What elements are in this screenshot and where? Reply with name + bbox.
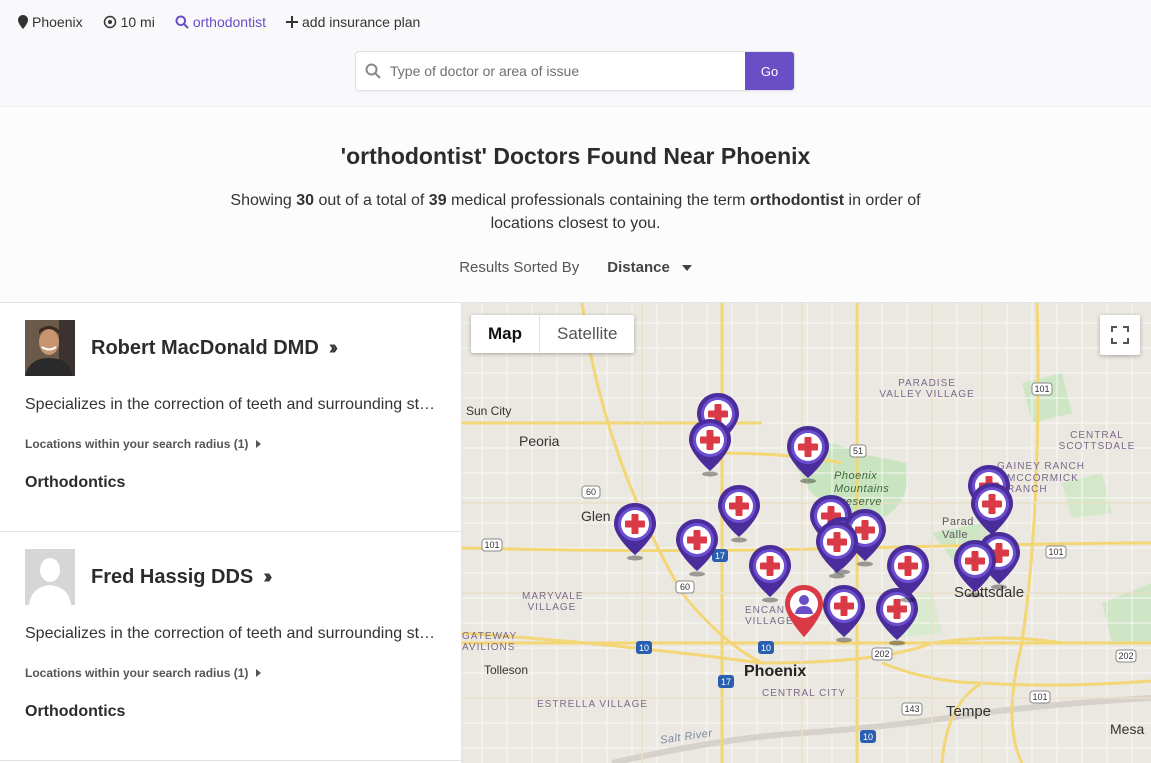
- location-filter[interactable]: Phoenix: [18, 14, 83, 30]
- doctor-pin-icon[interactable]: [716, 483, 762, 543]
- page-title: 'orthodontist' Doctors Found Near Phoeni…: [340, 143, 811, 169]
- doctor-pin-icon[interactable]: [952, 538, 998, 598]
- highway-shield-202: 202: [874, 649, 889, 659]
- doctor-description: Specializes in the correction of teeth a…: [25, 625, 440, 642]
- highway-shield-10: 10: [863, 732, 873, 742]
- term-filter-label: orthodontist: [192, 14, 266, 30]
- search-input[interactable]: [390, 52, 745, 90]
- doctor-name: Fred Hassig DDS: [91, 565, 254, 588]
- location-filter-label: Phoenix: [32, 14, 83, 30]
- summary-term: orthodontist: [749, 192, 845, 209]
- highway-shield-10: 10: [639, 643, 649, 653]
- locations-toggle[interactable]: Locations within your search radius (1): [25, 437, 436, 451]
- doctor-card: Fred Hassig DDS ›› Specializes in the co…: [0, 532, 461, 761]
- highway-shield-101: 101: [1032, 692, 1047, 702]
- doctor-pin-icon[interactable]: [687, 417, 733, 477]
- current-location-pin-icon[interactable]: [782, 583, 826, 641]
- locations-toggle[interactable]: Locations within your search radius (1): [25, 666, 436, 680]
- doctor-pin-icon[interactable]: [821, 583, 867, 643]
- add-insurance-button[interactable]: add insurance plan: [286, 14, 420, 30]
- caret-right-icon: [256, 440, 262, 448]
- caret-right-icon: [256, 669, 262, 677]
- go-button[interactable]: Go: [745, 52, 794, 90]
- sort-dropdown[interactable]: Distance: [607, 259, 670, 276]
- doctor-pin-icon[interactable]: [885, 543, 931, 603]
- summary-containing: medical professionals containing the ter…: [451, 192, 746, 209]
- doctor-pin-icon[interactable]: [612, 501, 658, 561]
- highway-shield-101: 101: [1048, 547, 1063, 557]
- sort-label: Results Sorted By: [459, 259, 580, 276]
- sort-control: Results Sorted By Distance: [0, 259, 1151, 276]
- target-icon: [103, 15, 116, 29]
- results-header: 'orthodontist' Doctors Found Near Phoeni…: [0, 106, 1151, 303]
- doctor-specialty: Orthodontics: [25, 703, 126, 720]
- doctor-photo-placeholder[interactable]: [25, 549, 75, 605]
- total-count: 39: [428, 192, 447, 209]
- map-type-map-button[interactable]: Map: [471, 315, 540, 353]
- results-summary: Showing 30 out of a total of 39 medical …: [226, 189, 926, 235]
- radius-filter-label: 10 mi: [120, 14, 155, 30]
- highway-shields: 101 51 60 101 101 17 60 10 10 17 202 143…: [481, 382, 1137, 743]
- caret-down-icon[interactable]: [681, 264, 692, 271]
- highway-shield-10: 10: [761, 643, 771, 653]
- radius-filter[interactable]: 10 mi: [103, 14, 155, 30]
- doctor-pin-icon[interactable]: [785, 424, 831, 484]
- highway-shield-51: 51: [853, 446, 863, 456]
- highway-shield-60: 60: [586, 487, 596, 497]
- results-map[interactable]: Phoenix Scottsdale Tempe Mesa Peoria Sun…: [462, 303, 1151, 763]
- search-bar: Go: [355, 51, 795, 91]
- map-type-satellite-button[interactable]: Satellite: [540, 315, 634, 353]
- shown-count: 30: [296, 192, 315, 209]
- highway-shield-17: 17: [721, 677, 731, 687]
- locations-label: Locations within your search radius (1): [25, 666, 249, 680]
- highway-shield-143: 143: [904, 704, 919, 714]
- doctor-name-link[interactable]: Fred Hassig DDS ››: [91, 565, 273, 589]
- search-icon: [356, 52, 390, 90]
- add-insurance-label: add insurance plan: [302, 14, 421, 30]
- locations-label: Locations within your search radius (1): [25, 437, 249, 451]
- highway-shield-101: 101: [1034, 384, 1049, 394]
- doctor-card: Robert MacDonald DMD ›› Specializes in t…: [0, 303, 461, 532]
- plus-icon: [286, 16, 298, 28]
- doctor-description: Specializes in the correction of teeth a…: [25, 396, 440, 413]
- doctor-name-link[interactable]: Robert MacDonald DMD ››: [91, 336, 339, 360]
- fullscreen-icon: [1111, 326, 1129, 344]
- results-list: Robert MacDonald DMD ›› Specializes in t…: [0, 303, 462, 763]
- location-pin-icon: [18, 15, 28, 29]
- doctor-pin-icon[interactable]: [814, 519, 860, 579]
- doctor-photo[interactable]: [25, 320, 75, 376]
- fullscreen-button[interactable]: [1100, 315, 1140, 355]
- doctor-specialty: Orthodontics: [25, 474, 126, 491]
- highway-shield-60: 60: [680, 582, 690, 592]
- double-chevron-right-icon: ››: [263, 565, 273, 588]
- doctor-name: Robert MacDonald DMD: [91, 336, 319, 359]
- summary-out-of: out of a total of: [318, 192, 425, 209]
- map-type-toggle: Map Satellite: [471, 315, 635, 353]
- search-icon: [175, 15, 189, 29]
- highway-shield-101: 101: [484, 540, 499, 550]
- summary-prefix: Showing: [230, 192, 292, 209]
- double-chevron-right-icon: ››: [328, 336, 339, 359]
- doctor-pin-icon[interactable]: [674, 517, 720, 577]
- filter-bar: Phoenix 10 mi orthodontist add insurance…: [0, 0, 1151, 44]
- highway-shield-202: 202: [1118, 651, 1133, 661]
- term-filter[interactable]: orthodontist: [175, 14, 266, 30]
